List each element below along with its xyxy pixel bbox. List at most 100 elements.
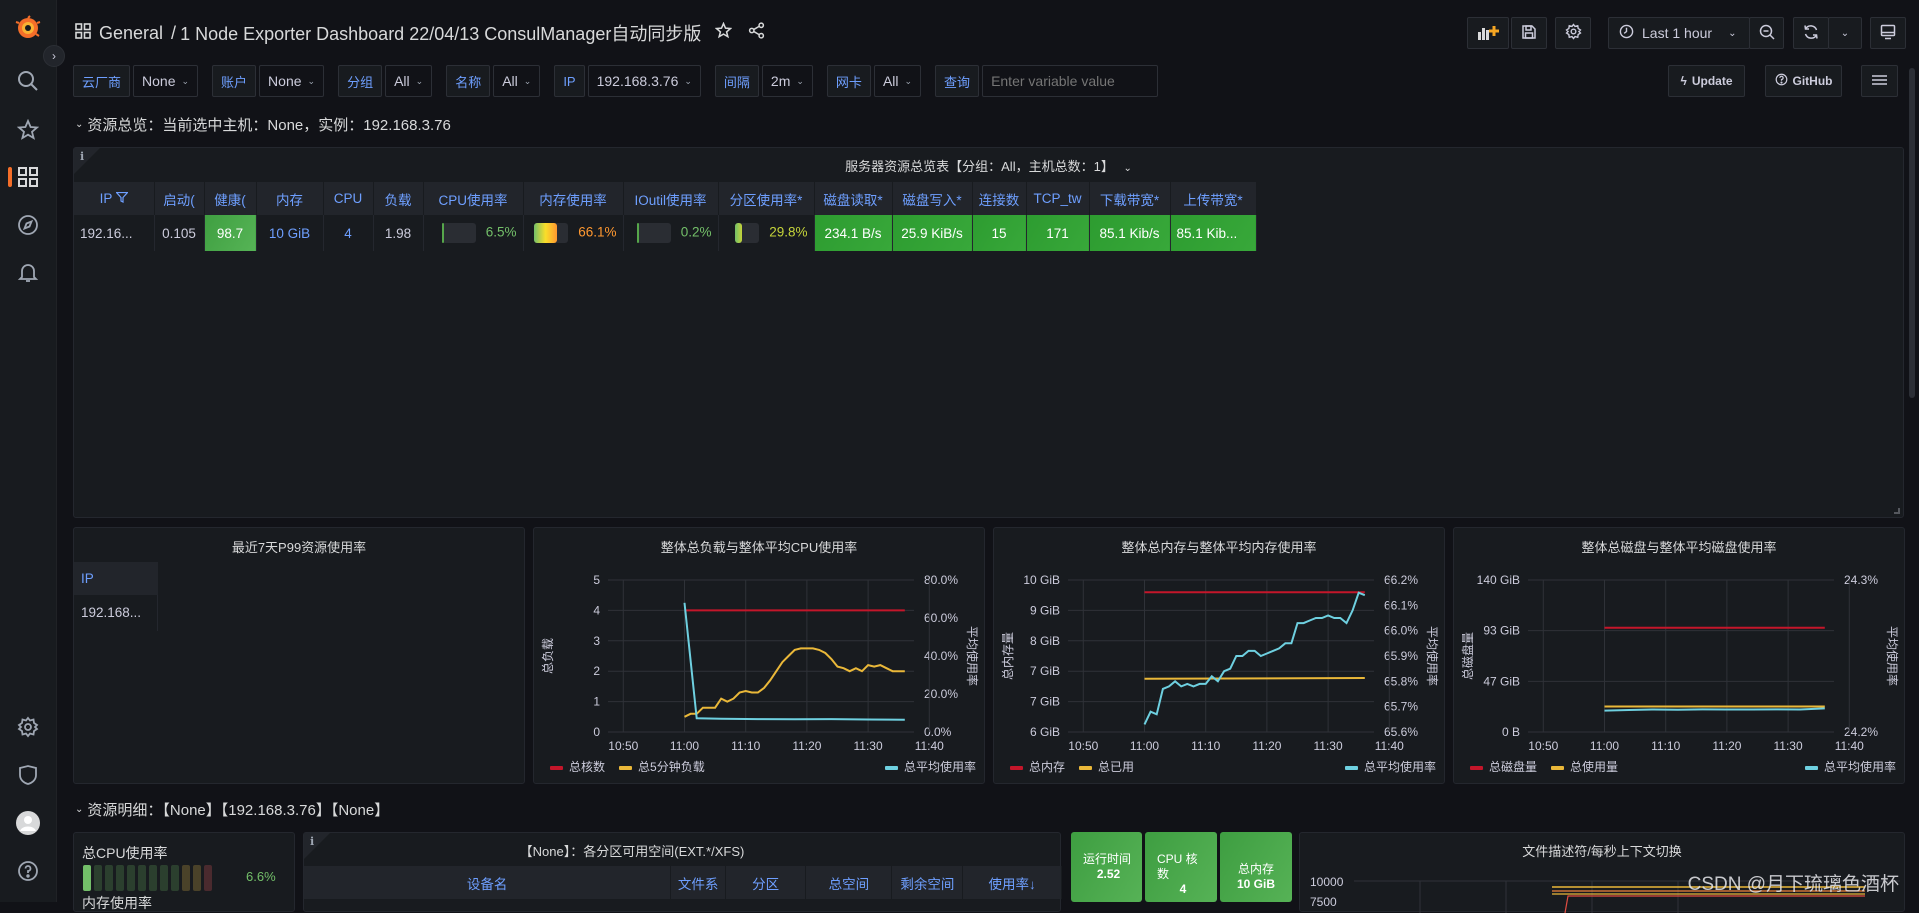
configuration-gear-icon[interactable] [14,713,42,741]
column-header-device[interactable]: 设备名 [304,866,671,899]
chart-legend-right: 总平均使用率 [1345,758,1436,775]
series-line-总平均使用率 [1145,593,1365,725]
column-header-download[interactable]: 下载带宽* [1089,182,1170,215]
column-header-cpu-usage[interactable]: CPU使用率 [423,182,523,215]
var-select-account[interactable]: None⌄ [259,65,324,97]
column-header-free[interactable]: 剩余空间 [892,866,963,899]
cell-mem-usage: 66.1% [523,215,623,251]
save-dashboard-button[interactable] [1511,17,1547,49]
alerting-bell-icon[interactable] [14,258,42,286]
lightning-icon: ϟ [1680,74,1686,88]
column-header-connections[interactable]: 连接数 [972,182,1026,215]
panel-title[interactable]: 【None】：各分区可用空间(EXT.*/XFS) [204,841,1060,860]
page-scrollbar[interactable] [1909,68,1915,398]
row-header-detail[interactable]: ⌄ 资源明细：【None】【192.168.3.76】【None】 [75,799,389,820]
chevron-down-icon: ⌄ [524,76,532,87]
y-tick-label: 4 [593,603,600,617]
var-select-cloud[interactable]: None⌄ [133,65,198,97]
column-header-mountpoint[interactable]: 分区 [726,866,806,899]
y-axis-label: 总内存量 [1001,632,1015,680]
csdn-watermark: CSDN @月下琉璃色酒杯 [1688,869,1899,896]
expand-sidebar-button[interactable]: › [43,45,65,67]
chevron-down-icon: ⌄ [796,76,804,87]
search-icon[interactable] [14,67,42,95]
starred-icon[interactable] [14,116,42,144]
grafana-logo-icon[interactable] [14,14,42,42]
star-dashboard-icon[interactable] [715,22,732,44]
dashboard-title[interactable]: 1 Node Exporter Dashboard 22/04/13 Consu… [180,20,701,46]
column-header-mem-usage[interactable]: 内存使用率 [523,182,623,215]
column-header-ioutil[interactable]: IOutil使用率 [623,182,718,215]
column-header-total[interactable]: 总空间 [806,866,892,899]
chevron-down-icon: ⌄ [416,76,424,87]
column-header-cpu[interactable]: CPU [323,182,373,215]
column-header-tcp-tw[interactable]: TCP_tw [1026,182,1089,215]
dashboard-settings-button[interactable] [1555,17,1591,49]
row-header-overview[interactable]: ⌄ 资源总览：当前选中主机：None，实例：192.168.3.76 [75,114,451,135]
column-header-disk-write[interactable]: 磁盘写入* [892,182,972,215]
column-header-fstype[interactable]: 文件系 [671,866,726,899]
share-dashboard-icon[interactable] [748,22,765,44]
var-select-ip[interactable]: 192.168.3.76⌄ [588,65,701,97]
var-select-group[interactable]: All⌄ [385,65,432,97]
column-header-memory[interactable]: 内存 [256,182,323,215]
github-link-button[interactable]: GitHub [1765,65,1842,97]
legend-item[interactable]: 总平均使用率 [1805,758,1896,775]
cell-disk-read: 234.1 B/s [814,215,892,251]
column-header-load[interactable]: 负载 [373,182,423,215]
legend-item[interactable]: 总内存 [1010,758,1065,775]
column-header-disk-read[interactable]: 磁盘读取* [814,182,892,215]
filter-icon[interactable] [116,191,128,206]
var-select-interval[interactable]: 2m⌄ [762,65,813,97]
column-header-upload[interactable]: 上传带宽* [1170,182,1256,215]
legend-item[interactable]: 总磁盘量 [1470,758,1537,775]
tv-mode-button[interactable] [1870,17,1906,49]
column-header-partition[interactable]: 分区使用率* [718,182,814,215]
breadcrumb-folder-link[interactable]: General [99,23,163,44]
column-header-usage[interactable]: 使用率↓ [963,866,1062,899]
legend-item[interactable]: 总已用 [1079,758,1134,775]
var-select-nic[interactable]: All⌄ [874,65,921,97]
user-avatar-icon[interactable] [14,809,42,837]
zoom-out-time-button[interactable] [1749,17,1784,49]
x-tick-label: 11:40 [915,739,944,753]
legend-item[interactable]: 总平均使用率 [885,758,976,775]
column-header-ip[interactable]: IP [74,562,158,595]
var-select-name[interactable]: All⌄ [493,65,540,97]
column-header-ip[interactable]: IP [74,182,154,215]
y-tick-label: 0 B [1502,725,1520,739]
load-cpu-chart-panel: 整体总负载与整体平均CPU使用率0123450.0%20.0%40.0%60.0… [533,527,985,784]
panel-title[interactable]: 服务器资源总览表【分组：All，主机总数：1】 ⌄ [74,156,1903,175]
time-range-label: Last 1 hour [1642,25,1712,41]
explore-icon[interactable] [14,211,42,239]
column-header-uptime[interactable]: 启动( [154,182,204,215]
add-panel-button[interactable] [1467,17,1509,49]
partition-gauge [735,223,759,243]
menu-button[interactable] [1861,65,1898,97]
stat-label: 总内存 [1224,862,1288,877]
cell-ip[interactable]: 192.168... [74,595,158,631]
cell-ioutil: 0.2% [623,215,718,251]
update-button[interactable]: ϟUpdate [1668,65,1745,97]
time-picker-button[interactable]: Last 1 hour ⌄ [1608,17,1750,49]
refresh-button[interactable] [1793,17,1829,49]
dashboards-icon[interactable] [14,163,42,191]
legend-item[interactable]: 总使用量 [1551,758,1618,775]
bargauge-cell [138,865,146,891]
panel-resize-handle[interactable] [1894,508,1900,514]
server-admin-shield-icon[interactable] [14,761,42,789]
refresh-interval-dropdown[interactable]: ⌄ [1828,17,1862,49]
legend-item[interactable]: 总核数 [550,758,605,775]
help-icon[interactable] [14,857,42,885]
x-tick-label: 11:20 [1252,739,1281,753]
table-row[interactable]: 192.16... 0.105 98.7 10 GiB 4 1.98 6.5% … [74,215,1256,251]
panel-title[interactable]: 最近7天P99资源使用率 [74,537,524,556]
column-header-health[interactable]: 健康( [204,182,256,215]
bargauge-cell [127,865,135,891]
query-variable-input[interactable] [982,65,1158,97]
cell-ip[interactable]: 192.16... [74,215,154,251]
chart-legend: 总核数总5分钟负载 [550,758,705,775]
chart-legend: 总磁盘量总使用量 [1470,758,1618,775]
legend-item[interactable]: 总5分钟负载 [619,758,705,775]
legend-item[interactable]: 总平均使用率 [1345,758,1436,775]
